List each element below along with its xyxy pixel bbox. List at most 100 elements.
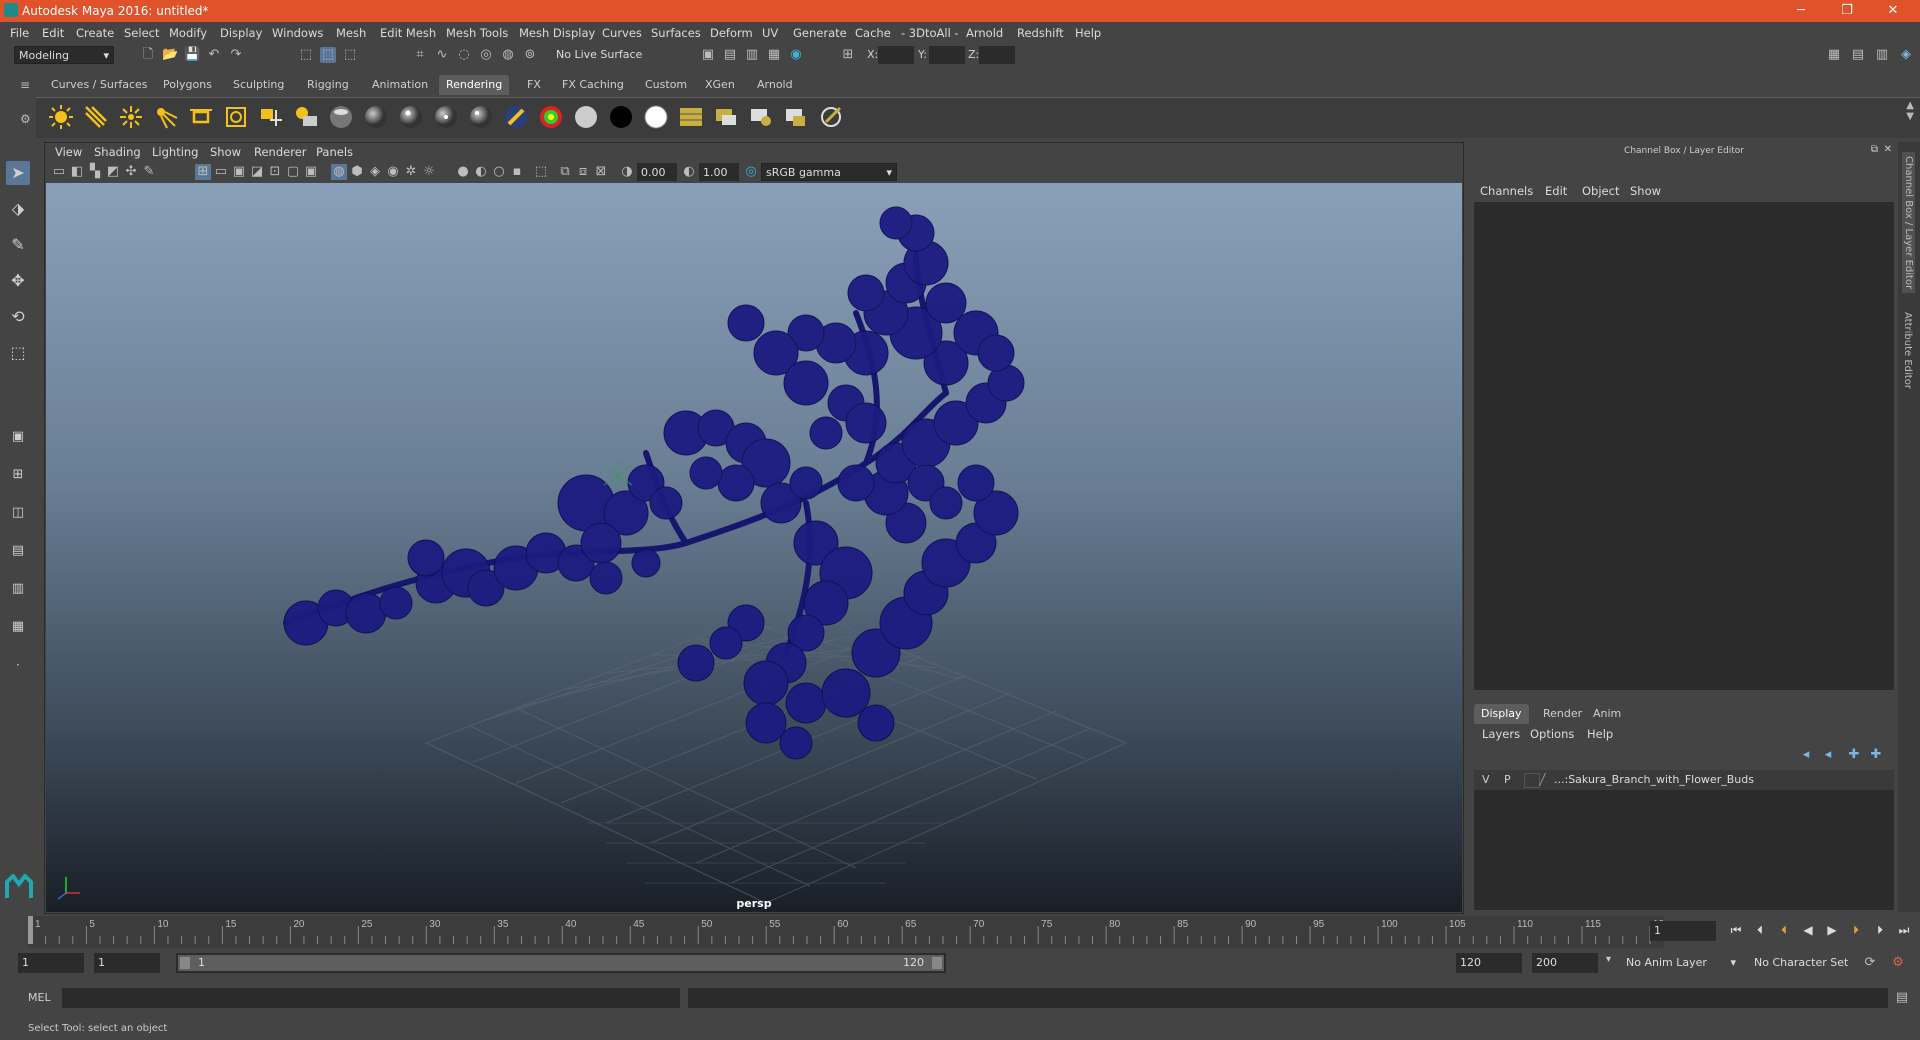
- sakura-branch-mesh[interactable]: [283, 206, 1025, 760]
- volume-light-icon[interactable]: [223, 104, 249, 130]
- render-current-icon[interactable]: ▤: [722, 47, 738, 63]
- select-object-icon[interactable]: ⬚: [320, 47, 336, 63]
- layered-shader-icon[interactable]: [503, 104, 529, 130]
- tab-curves-surfaces[interactable]: Curves / Surfaces: [44, 75, 155, 95]
- layer-type-toggle[interactable]: [1524, 773, 1540, 788]
- make-live-icon[interactable]: ⊚: [522, 47, 538, 63]
- le-menu-layers[interactable]: Layers: [1482, 727, 1520, 741]
- tab-sculpting[interactable]: Sculpting: [226, 75, 291, 95]
- tab-polygons[interactable]: Polygons: [156, 75, 219, 95]
- range-start-grip[interactable]: [180, 957, 190, 969]
- move-layer-up-icon[interactable]: ◂: [1798, 747, 1814, 763]
- paint-select-tool-icon[interactable]: ✎: [6, 233, 30, 257]
- layer-row[interactable]: V P ...:Sakura_Branch_with_Flower_Buds: [1474, 770, 1894, 790]
- isolate-select-icon[interactable]: ⬚: [533, 164, 549, 180]
- ipr-render-icon[interactable]: ▥: [744, 47, 760, 63]
- tab-xgen[interactable]: XGen: [698, 75, 742, 95]
- tab-render[interactable]: Render: [1536, 704, 1589, 724]
- menu-mesh-display[interactable]: Mesh Display: [519, 26, 595, 40]
- new-scene-icon[interactable]: 🗋: [140, 47, 156, 63]
- cb-menu-edit[interactable]: Edit: [1545, 184, 1567, 198]
- playback-end-field[interactable]: 120: [1456, 953, 1522, 973]
- time-slider[interactable]: 1 5 10 15 20 25 30 35 40 45 50 55 60 65 70 75 80 85 90 95 10…: [28, 916, 1664, 948]
- directional-light-icon[interactable]: [83, 104, 109, 130]
- animation-end-field[interactable]: 200: [1532, 953, 1598, 973]
- menu-windows[interactable]: Windows: [272, 26, 323, 40]
- spot-light-icon[interactable]: [153, 104, 179, 130]
- auto-key-icon[interactable]: ⟳: [1862, 955, 1878, 971]
- new-layer-icon[interactable]: ✚: [1846, 747, 1862, 763]
- anim-layer-dropdown[interactable]: No Anim Layer ▾: [1622, 953, 1740, 973]
- color-management-icon[interactable]: ◎: [743, 164, 759, 180]
- layer-visibility-toggle[interactable]: V: [1482, 773, 1490, 786]
- range-end-grip[interactable]: [932, 957, 942, 969]
- vp-menu-shading[interactable]: Shading: [94, 145, 141, 159]
- z-coord-field[interactable]: [979, 46, 1015, 64]
- menu-help[interactable]: Help: [1075, 26, 1101, 40]
- command-input[interactable]: [62, 988, 680, 1008]
- shading-map-icon[interactable]: [643, 104, 669, 130]
- range-slider-handle[interactable]: 1 120: [178, 955, 944, 971]
- 2d-pan-zoom-icon[interactable]: ✣: [123, 164, 139, 180]
- le-menu-help[interactable]: Help: [1587, 727, 1613, 741]
- gate-mask-icon[interactable]: ◪: [249, 164, 265, 180]
- tab-display[interactable]: Display: [1474, 704, 1529, 724]
- layer-name[interactable]: ...:Sakura_Branch_with_Flower_Buds: [1554, 773, 1754, 786]
- ipr-shelf-icon[interactable]: [748, 104, 774, 130]
- mode-dropdown[interactable]: Modeling ▾: [14, 46, 114, 64]
- vp-menu-view[interactable]: View: [55, 145, 82, 159]
- hypershade-shelf-icon[interactable]: [818, 104, 844, 130]
- two-pane-layout-icon[interactable]: ◫: [6, 501, 30, 525]
- render-view-shelf-icon[interactable]: [713, 104, 739, 130]
- point-light-icon[interactable]: [118, 104, 144, 130]
- tab-custom[interactable]: Custom: [638, 75, 694, 95]
- character-set-dropdown[interactable]: No Character Set: [1750, 953, 1872, 973]
- render-sequence-icon[interactable]: [678, 104, 704, 130]
- close-panel-icon[interactable]: ✕: [1884, 144, 1892, 155]
- go-to-end-icon[interactable]: ⏭: [1896, 922, 1912, 938]
- light-editor-icon[interactable]: [293, 104, 319, 130]
- scale-tool-icon[interactable]: ⬚: [6, 341, 30, 365]
- menu-display[interactable]: Display: [220, 26, 262, 40]
- menu-generate[interactable]: Generate: [793, 26, 847, 40]
- snap-view-icon[interactable]: ◎: [478, 47, 494, 63]
- chevron-down-icon[interactable]: ▾: [1606, 954, 1611, 965]
- blinn-material-icon[interactable]: [328, 104, 354, 130]
- current-time-marker[interactable]: [28, 916, 33, 944]
- snap-grid-icon[interactable]: ⌗: [412, 47, 428, 63]
- hypershade-icon[interactable]: ◉: [788, 47, 804, 63]
- hypershade-layout-icon[interactable]: ▦: [6, 615, 30, 639]
- vp-menu-lighting[interactable]: Lighting: [152, 145, 198, 159]
- tab-anim[interactable]: Anim: [1586, 704, 1628, 724]
- menu-arnold[interactable]: Arnold: [966, 26, 1003, 40]
- animation-start-field[interactable]: 1: [18, 953, 84, 973]
- depth-of-field-icon[interactable]: ▪: [509, 164, 525, 180]
- shelf-settings-icon[interactable]: ⚙: [20, 112, 31, 126]
- phonge-material-icon[interactable]: [433, 104, 459, 130]
- render-settings-shelf-icon[interactable]: [783, 104, 809, 130]
- render-layer-icon[interactable]: [258, 104, 284, 130]
- shadows-icon[interactable]: ☼: [421, 164, 437, 180]
- vp-menu-renderer[interactable]: Renderer: [254, 145, 307, 159]
- cb-menu-show[interactable]: Show: [1630, 184, 1661, 198]
- four-pane-layout-icon[interactable]: ⊞: [6, 463, 30, 487]
- new-layer-selected-icon[interactable]: ✚: [1868, 747, 1884, 763]
- tab-channel-box-layer-editor[interactable]: Channel Box / Layer Editor: [1902, 152, 1915, 294]
- safe-title-icon[interactable]: ▣: [303, 164, 319, 180]
- menu-deform[interactable]: Deform: [710, 26, 753, 40]
- bookmark-icon[interactable]: ▚: [87, 164, 103, 180]
- xray-joints-icon[interactable]: ⧈: [575, 164, 591, 180]
- menu-select[interactable]: Select: [124, 26, 159, 40]
- wireframe-shading-icon[interactable]: ◍: [331, 164, 347, 180]
- safe-action-icon[interactable]: ▢: [285, 164, 301, 180]
- exposure-field[interactable]: 0.00: [637, 163, 677, 181]
- step-back-key-icon[interactable]: ⏴: [1752, 922, 1768, 938]
- go-to-start-icon[interactable]: ⏮: [1728, 922, 1744, 938]
- snap-surface-icon[interactable]: ◍: [500, 47, 516, 63]
- anisotropic-material-icon[interactable]: [468, 104, 494, 130]
- lasso-tool-icon[interactable]: ⬗: [6, 197, 30, 221]
- layer-playback-toggle[interactable]: P: [1504, 773, 1511, 786]
- camera-select-icon[interactable]: ▭: [51, 164, 67, 180]
- tab-arnold[interactable]: Arnold: [750, 75, 800, 95]
- xray-icon[interactable]: ⧉: [557, 164, 573, 180]
